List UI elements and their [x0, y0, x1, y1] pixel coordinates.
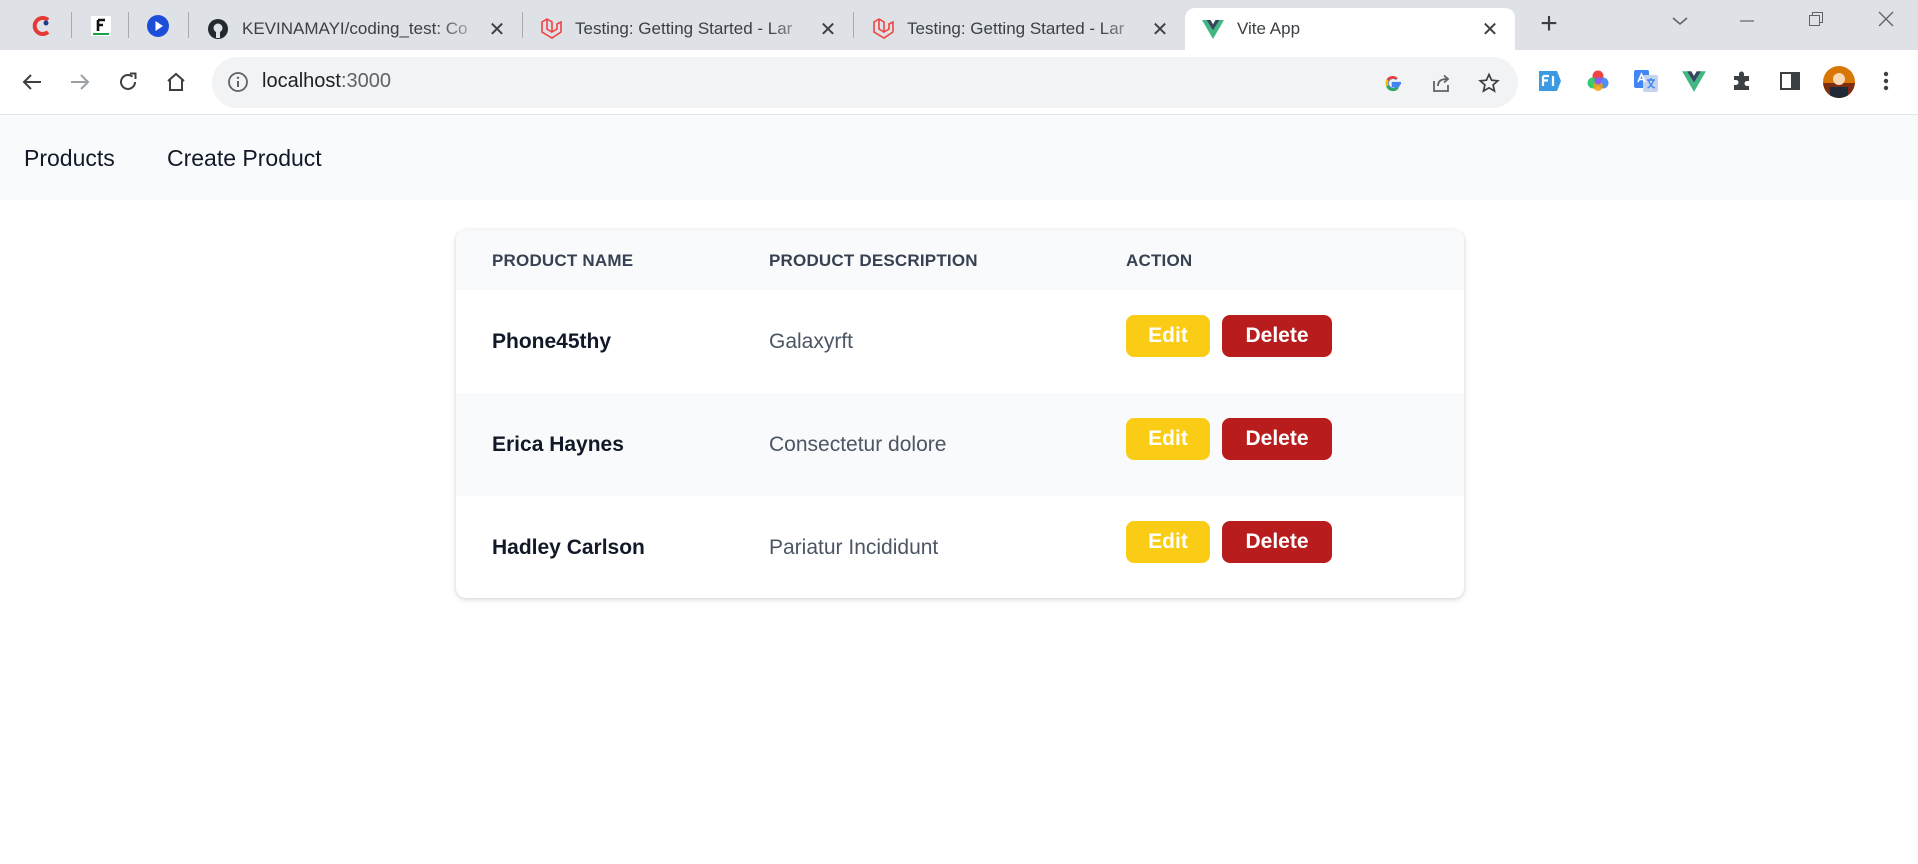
address-url[interactable]: localhost:3000	[262, 70, 391, 93]
minimize-icon	[1740, 20, 1754, 22]
tab-title: Testing: Getting Started - Lar	[575, 19, 793, 38]
browser-menu-icon[interactable]	[1871, 66, 1901, 96]
laravel-icon	[871, 17, 895, 41]
minimize-button[interactable]	[1727, 6, 1767, 36]
vue-icon	[1201, 17, 1225, 41]
reload-button[interactable]	[110, 64, 146, 100]
header-product-description: PRODUCT DESCRIPTION	[769, 251, 978, 270]
tab-title: Vite App	[1237, 19, 1301, 38]
profile-avatar[interactable]	[1822, 65, 1856, 99]
tab-search-button[interactable]	[1660, 6, 1700, 36]
delete-button[interactable]: Delete	[1222, 521, 1332, 563]
arrow-left-icon	[22, 74, 41, 90]
table-row: Erica Haynes Consectetur dolore Edit Del…	[456, 393, 1464, 496]
table-header: PRODUCT NAME PRODUCT DESCRIPTION ACTION	[456, 230, 1464, 290]
products-table: PRODUCT NAME PRODUCT DESCRIPTION ACTION …	[456, 230, 1464, 598]
browser-tab-strip: KEVINAMAYI/coding_test: Co ✕ Testing: Ge…	[0, 0, 1918, 50]
address-bar[interactable]: localhost:3000	[212, 57, 1518, 108]
tab-separator	[853, 12, 854, 38]
delete-button[interactable]: Delete	[1222, 418, 1332, 460]
new-tab-button[interactable]: +	[1534, 9, 1564, 40]
product-description: Pariatur Incididunt	[769, 536, 939, 559]
extension-fi-icon[interactable]	[1535, 66, 1565, 96]
extensions-puzzle-icon[interactable]	[1727, 66, 1757, 96]
pinned-tab-1[interactable]	[26, 10, 58, 42]
pinned-tab-3[interactable]	[142, 10, 174, 42]
app-navbar: Products Create Product	[0, 115, 1918, 200]
share-icon[interactable]	[1428, 70, 1454, 96]
tab-github[interactable]: KEVINAMAYI/coding_test: Co ✕	[190, 8, 522, 50]
close-icon[interactable]: ✕	[1149, 17, 1171, 42]
tab-separator	[71, 12, 72, 38]
color-picker-icon[interactable]	[1583, 66, 1613, 96]
product-name: Hadley Carlson	[492, 536, 645, 559]
url-host: localhost	[262, 70, 341, 92]
forward-button[interactable]	[62, 64, 98, 100]
edit-button[interactable]: Edit	[1126, 418, 1210, 460]
chevron-down-icon	[1672, 17, 1688, 26]
product-description: Galaxyrft	[769, 330, 854, 353]
edit-button[interactable]: Edit	[1126, 521, 1210, 563]
restore-icon	[1809, 12, 1823, 26]
table-row: Hadley Carlson Pariatur Incididunt Edit …	[456, 496, 1464, 598]
close-icon[interactable]: ✕	[486, 17, 508, 42]
tab-separator	[188, 12, 189, 38]
back-button[interactable]	[14, 64, 50, 100]
product-description: Consectetur dolore	[769, 433, 947, 456]
side-panel-icon[interactable]	[1775, 66, 1805, 96]
close-icon	[1878, 11, 1894, 27]
vue-devtools-icon[interactable]	[1679, 66, 1709, 96]
c-logo-icon	[32, 16, 50, 36]
product-name: Phone45thy	[492, 330, 612, 353]
close-icon[interactable]: ✕	[817, 17, 839, 42]
pinned-tab-2[interactable]	[85, 10, 117, 42]
tab-separator	[128, 12, 129, 38]
site-info-icon[interactable]	[226, 70, 250, 94]
home-button[interactable]	[158, 64, 194, 100]
restore-button[interactable]	[1796, 6, 1836, 36]
nav-products-link[interactable]: Products	[24, 145, 115, 172]
bookmark-star-icon[interactable]	[1476, 70, 1502, 96]
header-product-name: PRODUCT NAME	[492, 251, 634, 270]
browser-toolbar: localhost:3000	[0, 50, 1918, 115]
edit-button[interactable]: Edit	[1126, 315, 1210, 357]
arrow-right-icon	[71, 74, 90, 90]
reload-icon	[120, 72, 137, 90]
table-row: Phone45thy Galaxyrft Edit Delete	[456, 290, 1464, 393]
url-port: :3000	[340, 70, 391, 92]
tab-vite-app[interactable]: Vite App ✕	[1185, 8, 1515, 50]
play-icon	[147, 15, 169, 37]
close-window-button[interactable]	[1866, 6, 1906, 36]
close-icon[interactable]: ✕	[1479, 17, 1501, 42]
f-logo-icon	[91, 16, 111, 36]
laravel-icon	[539, 17, 563, 41]
product-name: Erica Haynes	[492, 433, 624, 456]
google-translate-icon[interactable]	[1631, 66, 1661, 96]
home-icon	[167, 72, 185, 91]
google-icon[interactable]	[1380, 70, 1406, 96]
delete-button[interactable]: Delete	[1222, 315, 1332, 357]
tab-laravel-2[interactable]: Testing: Getting Started - Lar ✕	[855, 8, 1185, 50]
tab-title: Testing: Getting Started - Lar	[907, 19, 1125, 38]
tab-laravel-1[interactable]: Testing: Getting Started - Lar ✕	[523, 8, 853, 50]
tab-title: KEVINAMAYI/coding_test: Co	[242, 19, 468, 38]
header-action: ACTION	[1126, 251, 1193, 270]
github-icon	[206, 17, 230, 41]
nav-create-product-link[interactable]: Create Product	[167, 145, 322, 172]
